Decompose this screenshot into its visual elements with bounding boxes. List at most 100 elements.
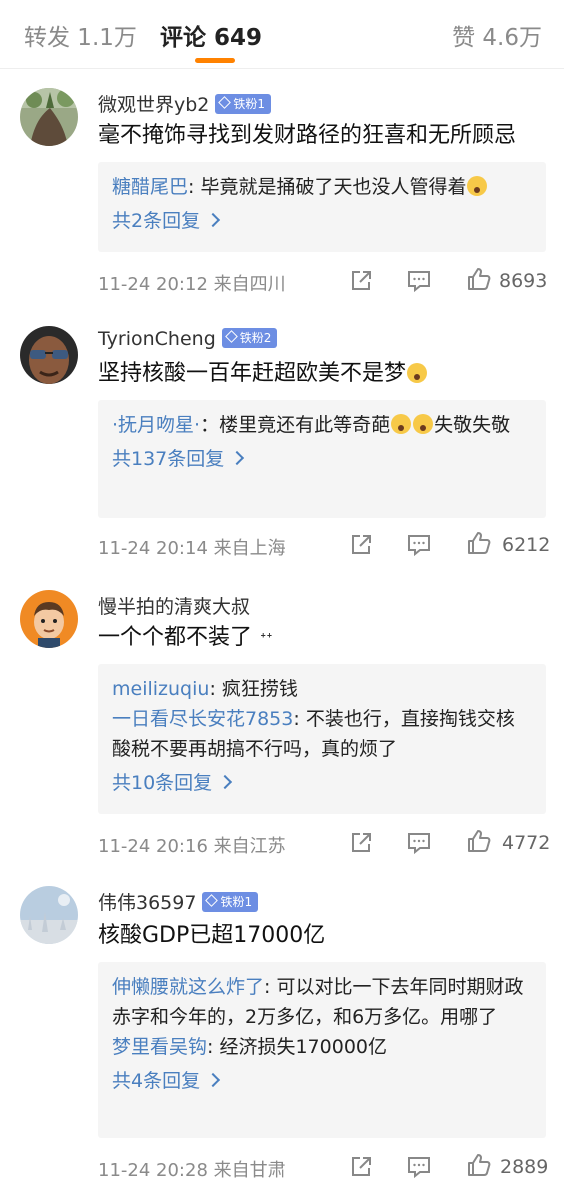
timestamp: 11-24 20:14 (98, 538, 208, 559)
timestamp: 11-24 20:12 (98, 274, 208, 295)
more-replies-link[interactable]: 共4条回复 (112, 1066, 532, 1096)
colon: : (188, 176, 201, 198)
chevron-right-icon (206, 212, 221, 228)
reply-text: 疯狂捞钱 (221, 678, 298, 700)
like-count: 6212 (502, 534, 551, 556)
colon: ： (200, 414, 220, 436)
reply-text: 经济损失170000亿 (219, 1036, 387, 1058)
reply-line: 梦里看吴钩: 经济损失170000亿 (112, 1032, 532, 1062)
colon: : (209, 678, 222, 700)
reply-text: 楼里竟还有此等奇葩 (219, 414, 391, 436)
reply-username[interactable]: 伸懒腰就这么炸了 (112, 976, 264, 998)
reply-box[interactable]: 伸懒腰就这么炸了: 可以对比一下去年同时期财政赤字和今年的，2万多亿，和6万多亿… (98, 962, 546, 1138)
reply-text: 毕竟就是捅破了天也没人管得着 (200, 176, 467, 198)
username-text[interactable]: 慢半拍的清爽大叔 (98, 596, 250, 618)
comment-meta: 11-24 20:16 来自江苏 (98, 832, 286, 858)
comment-meta: 11-24 20:12 来自四川 (98, 270, 286, 296)
reply-username[interactable]: 梦里看吴钩 (112, 1036, 207, 1058)
sweat-emoji-icon (407, 363, 428, 383)
username[interactable]: 微观世界yb2 铁粉1 (98, 90, 272, 117)
username[interactable]: 伟伟36597 铁粉1 (98, 888, 259, 915)
comment-icon[interactable] (406, 1154, 432, 1180)
more-replies-text[interactable]: 共10条回复 (112, 772, 212, 794)
reply-line: meilizuqiu: 疯狂捞钱 (112, 674, 532, 704)
avatar[interactable] (20, 886, 78, 944)
tab-repost[interactable]: 转发 1.1万 (24, 18, 137, 52)
badge-label: 铁粉1 (233, 96, 266, 111)
username-text[interactable]: 微观世界yb2 (98, 94, 209, 116)
more-replies-link[interactable]: 共10条回复 (112, 768, 532, 798)
like-icon[interactable] (466, 1152, 492, 1178)
like-count: 8693 (499, 270, 548, 292)
more-replies-link[interactable]: 共137条回复 (112, 444, 532, 474)
doge-emoji-icon: ᐩᐩ (260, 629, 273, 648)
fan-badge: 铁粉1 (215, 93, 272, 114)
reply-username[interactable]: meilizuqiu (112, 678, 209, 700)
username-text[interactable]: 伟伟36597 (98, 892, 196, 914)
shocked-emoji-icon (391, 414, 412, 434)
diamond-icon (205, 893, 219, 907)
comment-item: 微观世界yb2 铁粉1 毫不掩饰寻找到发财路径的狂喜和无所顾忌 糖醋尾巴: 毕竟就… (0, 80, 564, 310)
comment-icon[interactable] (406, 830, 432, 856)
badge-label: 铁粉2 (239, 330, 272, 345)
location: 来自上海 (213, 538, 286, 559)
diamond-icon (218, 95, 232, 109)
location: 来自江苏 (213, 836, 286, 857)
reply-text-continued: 失敬失敬 (434, 414, 511, 436)
comment-icon[interactable] (406, 268, 432, 294)
tab-like[interactable]: 赞 4.6万 (452, 18, 542, 52)
comment-text: 一个个都不装了 ᐩᐩ (98, 622, 546, 655)
colon: : (264, 976, 277, 998)
reply-username[interactable]: 一日看尽长安花7853 (112, 708, 293, 730)
share-icon[interactable] (348, 268, 374, 294)
diamond-icon (224, 329, 238, 343)
badge-label: 铁粉1 (220, 894, 253, 909)
timestamp: 11-24 20:28 (98, 1160, 208, 1181)
reply-line: 一日看尽长安花7853: 不装也行，直接掏钱交核酸税不要再胡搞不行吗，真的烦了 (112, 704, 532, 764)
reply-box[interactable]: 糖醋尾巴: 毕竟就是捅破了天也没人管得着 共2条回复 (98, 162, 546, 252)
comment-meta: 11-24 20:14 来自上海 (98, 534, 286, 560)
like-icon[interactable] (466, 530, 492, 556)
fan-badge: 铁粉1 (202, 891, 259, 912)
reply-line: ·抚月吻星·：楼里竟还有此等奇葩 失敬失敬 (112, 410, 532, 440)
comment-text: 毫不掩饰寻找到发财路径的狂喜和无所顾忌 (98, 123, 517, 148)
avatar[interactable] (20, 88, 78, 146)
reply-line: 伸懒腰就这么炸了: 可以对比一下去年同时期财政赤字和今年的，2万多亿，和6万多亿… (112, 972, 532, 1032)
location: 来自四川 (213, 274, 286, 295)
more-replies-text[interactable]: 共4条回复 (112, 1070, 200, 1092)
more-replies-text[interactable]: 共137条回复 (112, 448, 224, 470)
like-icon[interactable] (466, 828, 492, 854)
avatar[interactable] (20, 326, 78, 384)
chevron-right-icon (230, 450, 245, 466)
comment-item: 慢半拍的清爽大叔 一个个都不装了 ᐩᐩ meilizuqiu: 疯狂捞钱 一日看尽… (0, 588, 564, 868)
tab-comment[interactable]: 评论 649 (160, 18, 262, 52)
reply-username[interactable]: ·抚月吻星· (112, 414, 200, 436)
chevron-right-icon (218, 774, 233, 790)
fan-badge: 铁粉2 (221, 327, 278, 348)
reply-username[interactable]: 糖醋尾巴 (112, 176, 188, 198)
username[interactable]: TyrionCheng 铁粉2 (98, 327, 278, 350)
share-icon[interactable] (348, 830, 374, 856)
reply-line: 糖醋尾巴: 毕竟就是捅破了天也没人管得着 (112, 172, 532, 202)
comment-meta: 11-24 20:28 来自甘肃 (98, 1156, 286, 1182)
comment-text: 核酸GDP已超17000亿 (98, 923, 326, 948)
avatar[interactable] (20, 590, 78, 648)
more-replies-link[interactable]: 共2条回复 (112, 206, 532, 236)
shocked-emoji-icon (413, 414, 434, 434)
comment-item: 伟伟36597 铁粉1 核酸GDP已超17000亿 伸懒腰就这么炸了: 可以对比一… (0, 886, 564, 1186)
username-text[interactable]: TyrionCheng (98, 328, 216, 350)
like-count: 2889 (500, 1156, 549, 1178)
reply-box[interactable]: meilizuqiu: 疯狂捞钱 一日看尽长安花7853: 不装也行，直接掏钱交… (98, 664, 546, 814)
chevron-right-icon (206, 1072, 221, 1088)
active-tab-indicator (195, 58, 235, 63)
reply-box[interactable]: ·抚月吻星·：楼里竟还有此等奇葩 失敬失敬 共137条回复 (98, 400, 546, 518)
share-icon[interactable] (348, 532, 374, 558)
timestamp: 11-24 20:16 (98, 836, 208, 857)
like-icon[interactable] (466, 266, 492, 292)
comment-icon[interactable] (406, 532, 432, 558)
colon: : (293, 708, 306, 730)
username[interactable]: 慢半拍的清爽大叔 (98, 592, 250, 619)
share-icon[interactable] (348, 1154, 374, 1180)
like-count: 4772 (502, 832, 551, 854)
more-replies-text[interactable]: 共2条回复 (112, 210, 200, 232)
